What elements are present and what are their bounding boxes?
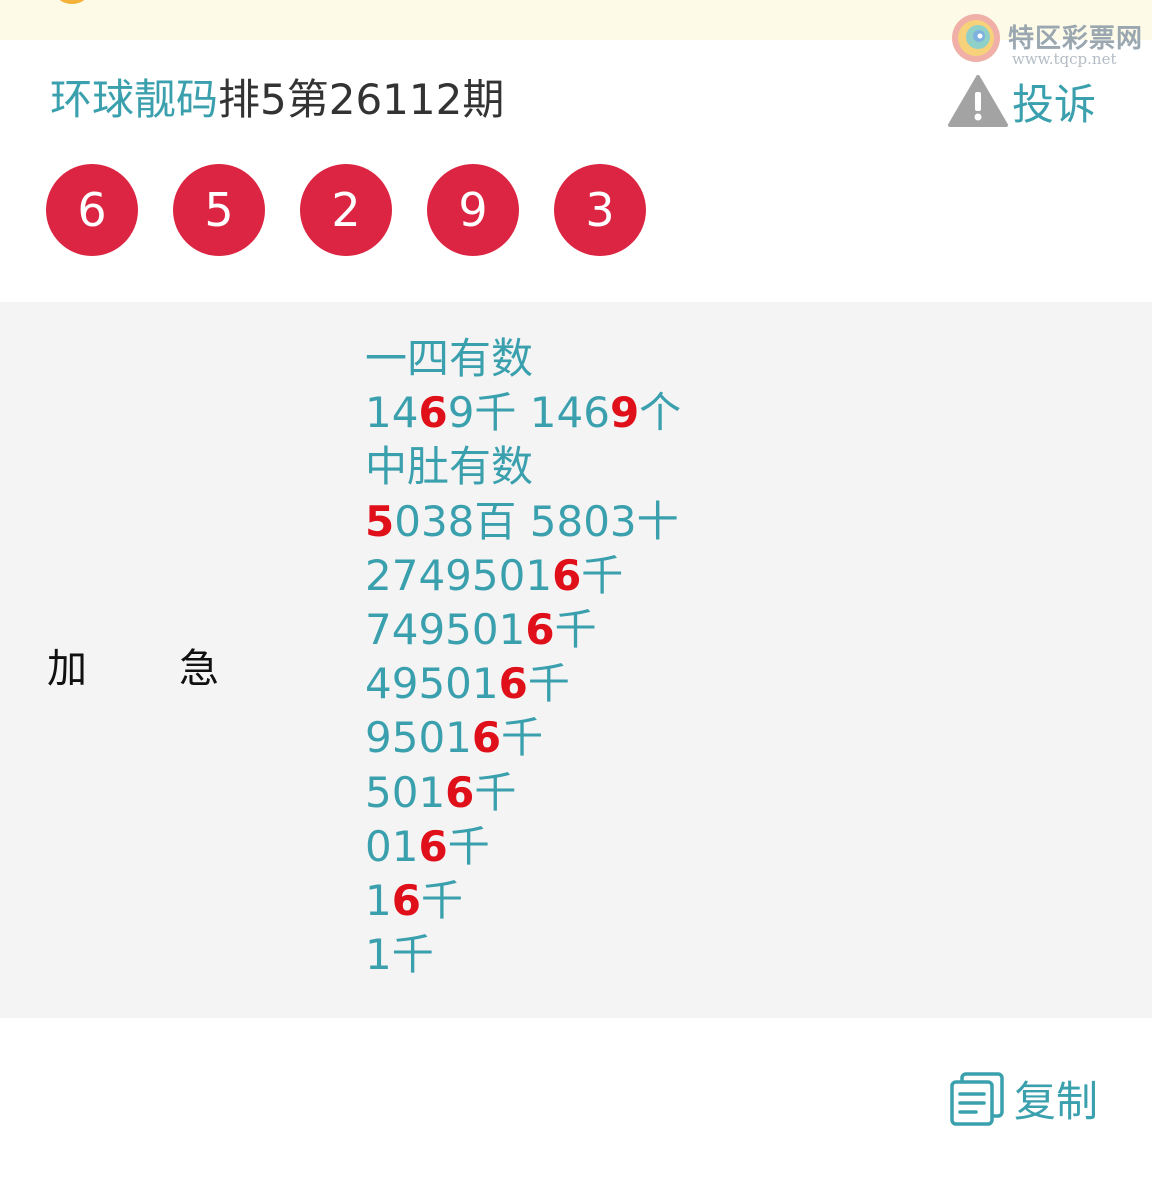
- side-label: 加急: [47, 646, 311, 692]
- line-text: 千: [474, 767, 517, 817]
- highlight-digit: 6: [445, 767, 475, 817]
- highlight-digit: 6: [552, 550, 582, 600]
- line-text: 千: [501, 713, 544, 763]
- content-line: 5038百 5803十: [365, 495, 681, 549]
- warning-triangle-icon: [948, 75, 1008, 127]
- line-text: 千: [447, 821, 490, 871]
- line-text: 个: [639, 388, 682, 438]
- content-line: 495016千: [365, 657, 681, 711]
- content-line: 27495016千: [365, 549, 681, 603]
- line-text: 中肚有数: [365, 442, 534, 492]
- copy-label: 复制: [1014, 1076, 1099, 1126]
- avatar: [55, 0, 89, 4]
- watermark: 特区彩票网 www.tqcp.net: [950, 8, 1150, 68]
- highlight-digit: 6: [525, 604, 555, 654]
- content-line: 5016千: [365, 766, 681, 820]
- number-balls: 6 5 2 9 3: [46, 164, 681, 256]
- line-text: 2749501: [365, 550, 553, 600]
- highlight-digit: 9: [609, 388, 640, 438]
- highlight-digit: 6: [498, 659, 528, 709]
- number-ball: 6: [46, 164, 138, 256]
- line-text: 1千: [365, 930, 434, 980]
- line-text: 千: [581, 550, 624, 600]
- highlight-digit: 6: [418, 388, 448, 438]
- line-text: 9501: [365, 713, 472, 763]
- highlight-digit: 6: [391, 875, 421, 925]
- number-ball: 2: [300, 164, 392, 256]
- complain-button[interactable]: 投诉: [948, 74, 1096, 129]
- title-issue: 排5第26112期: [218, 75, 505, 124]
- content-panel: 加急 一四有数 1469千 1469个 中肚有数 5038百 5803十 2749501…: [0, 302, 1152, 1018]
- title-brand[interactable]: 环球靓码: [50, 75, 218, 124]
- content-line: 7495016千: [365, 603, 681, 657]
- line-text: 49501: [365, 659, 499, 709]
- content-line: 1469千 1469个: [365, 386, 681, 440]
- line-text: 9千 146: [447, 388, 610, 438]
- line-text: 01: [365, 821, 419, 871]
- content-line: 1千: [365, 928, 681, 982]
- line-text: 14: [365, 388, 419, 438]
- watermark-url: www.tqcp.net: [1012, 50, 1117, 68]
- content-line: 中肚有数: [365, 440, 681, 494]
- line-text: 501: [365, 767, 446, 817]
- line-text: 1: [365, 875, 392, 925]
- line-text: 038百 5803十: [394, 496, 679, 546]
- highlight-digit: 6: [418, 821, 448, 871]
- number-ball: 3: [554, 164, 646, 256]
- number-ball: 9: [427, 164, 519, 256]
- number-ball: 5: [173, 164, 265, 256]
- line-text: 千: [554, 604, 597, 654]
- line-text: 一四有数: [365, 334, 534, 383]
- copy-button[interactable]: 复制: [948, 1070, 1098, 1126]
- line-text: 749501: [365, 604, 526, 654]
- content-line: 16千: [365, 874, 681, 928]
- line-text: 千: [420, 875, 463, 925]
- content-line: 一四有数: [365, 332, 681, 386]
- page-title: 环球靓码排5第26112期: [50, 72, 504, 128]
- line-text: 千: [527, 659, 570, 709]
- tqcp-logo-icon: [952, 14, 1000, 62]
- copy-document-icon: [950, 1072, 1004, 1126]
- complain-label: 投诉: [1012, 79, 1097, 129]
- content-line: 95016千: [365, 711, 681, 765]
- content-line: 016千: [365, 820, 681, 874]
- highlight-digit: 6: [471, 713, 502, 763]
- content-lines: 一四有数 1469千 1469个 中肚有数 5038百 5803十 27495016千 7…: [365, 332, 681, 982]
- highlight-digit: 5: [365, 496, 395, 546]
